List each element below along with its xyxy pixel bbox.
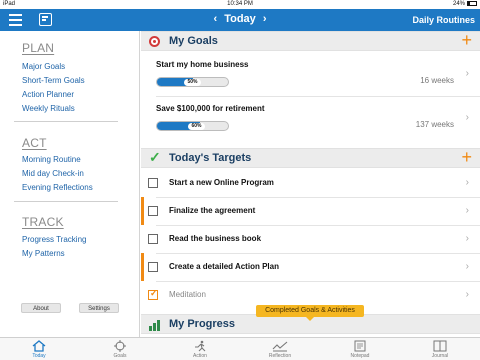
sidebar-item-action-planner[interactable]: Action Planner <box>22 90 74 99</box>
goal-progress-label: 50% <box>184 79 201 86</box>
goal-title: Start my home business <box>156 60 249 69</box>
nav-bar: ‹ Today › Daily Routines <box>0 9 480 31</box>
todays-targets-title: Today's Targets <box>169 152 252 164</box>
status-bar: iPad 10:34 PM 24% <box>0 0 480 9</box>
target-title: Meditation <box>169 290 206 299</box>
target-row[interactable]: Finalize the agreement › <box>141 197 480 225</box>
tab-notepad[interactable]: Notepad <box>330 338 390 360</box>
tab-label: Notepad <box>350 353 370 359</box>
battery-icon <box>467 0 477 6</box>
target-checkbox[interactable] <box>148 206 158 216</box>
main-content: My Goals + Start my home business 50% 16… <box>141 31 480 337</box>
sidebar-item-midday-checkin[interactable]: Mid day Check-in <box>22 169 84 178</box>
my-progress-title: My Progress <box>169 318 236 330</box>
settings-button[interactable]: Settings <box>79 303 119 313</box>
target-title: Create a detailed Action Plan <box>169 262 279 271</box>
tab-today[interactable]: Today <box>9 338 69 360</box>
sidebar-section-plan: PLAN <box>22 41 55 55</box>
target-row[interactable]: Create a detailed Action Plan › <box>141 253 480 281</box>
sidebar-item-my-patterns[interactable]: My Patterns <box>22 249 65 258</box>
tab-goals[interactable]: Goals <box>90 338 150 360</box>
my-goals-title: My Goals <box>169 35 218 47</box>
target-checkbox[interactable] <box>148 234 158 244</box>
sidebar-section-act: ACT <box>22 136 47 150</box>
tab-label: Reflection <box>268 353 292 359</box>
tab-label: Action <box>193 353 207 359</box>
chevron-right-icon: › <box>465 177 469 188</box>
goal-title: Save $100,000 for retirement <box>156 104 265 113</box>
goal-row[interactable]: Start my home business 50% 16 weeks › <box>141 55 480 95</box>
clock: 10:34 PM <box>227 1 253 7</box>
page-title: Today <box>224 13 256 25</box>
sidebar-item-progress-tracking[interactable]: Progress Tracking <box>22 235 86 244</box>
battery-percent: 24% <box>452 1 465 7</box>
goal-progress-label: 60% <box>188 123 205 130</box>
tab-journal[interactable]: Journal <box>410 338 470 360</box>
chevron-right-icon: › <box>465 233 469 244</box>
target-title: Finalize the agreement <box>169 206 256 215</box>
tab-label: Goals <box>113 353 127 359</box>
date-navigator: ‹ Today › <box>0 13 480 25</box>
checkmark-icon: ✓ <box>149 149 161 165</box>
completed-goals-tooltip[interactable]: Completed Goals & Activities <box>256 305 364 321</box>
add-target-button[interactable]: + <box>461 147 472 168</box>
priority-flag <box>141 197 144 225</box>
sidebar-item-short-term-goals[interactable]: Short-Term Goals <box>22 76 85 85</box>
target-checkbox[interactable] <box>148 178 158 188</box>
row-divider <box>156 96 480 97</box>
target-row[interactable]: Read the business book › <box>141 225 480 253</box>
sidebar-item-morning-routine[interactable]: Morning Routine <box>22 155 81 164</box>
add-goal-button[interactable]: + <box>461 31 472 51</box>
goal-row[interactable]: Save $100,000 for retirement 60% 137 wee… <box>141 99 480 139</box>
chevron-right-icon: › <box>465 68 469 79</box>
notepad-icon <box>354 340 366 352</box>
target-checkbox[interactable] <box>148 262 158 272</box>
target-row[interactable]: Start a new Online Program › <box>141 169 480 197</box>
goal-progress-bar: 60% <box>156 121 229 131</box>
daily-routines-button[interactable]: Daily Routines <box>412 15 475 25</box>
goal-progress-bar: 50% <box>156 77 229 87</box>
chevron-right-icon: › <box>465 261 469 272</box>
chevron-right-icon: › <box>465 205 469 216</box>
sidebar-item-evening-reflections[interactable]: Evening Reflections <box>22 183 93 192</box>
goal-weeks: 16 weeks <box>420 76 454 85</box>
journal-icon <box>433 340 447 352</box>
target-title: Start a new Online Program <box>169 178 274 187</box>
prev-day-button[interactable]: ‹ <box>209 13 221 25</box>
sidebar-item-major-goals[interactable]: Major Goals <box>22 62 65 71</box>
chevron-right-icon: › <box>465 289 469 300</box>
tab-label: Journal <box>431 353 449 359</box>
tab-label: Today <box>32 353 46 359</box>
todays-targets-header: ✓ Today's Targets + <box>141 147 480 168</box>
home-icon <box>32 340 46 352</box>
reflection-icon <box>272 341 288 352</box>
bar-chart-icon <box>149 319 161 331</box>
runner-icon <box>195 340 206 352</box>
crosshair-icon <box>114 340 126 352</box>
sidebar-item-weekly-rituals[interactable]: Weekly Rituals <box>22 104 75 113</box>
next-day-button[interactable]: › <box>259 13 271 25</box>
goal-weeks: 137 weeks <box>415 120 454 129</box>
tab-bar: Today Goals Action Reflection Notepad Jo… <box>0 337 480 360</box>
sidebar-divider <box>14 201 118 202</box>
sidebar-divider <box>14 121 118 122</box>
tab-action[interactable]: Action <box>170 338 230 360</box>
tab-reflection[interactable]: Reflection <box>250 338 310 360</box>
battery-indicator: 24% <box>453 0 477 9</box>
my-goals-header: My Goals + <box>141 31 480 51</box>
priority-flag <box>141 253 144 281</box>
about-button[interactable]: About <box>21 303 61 313</box>
target-checkbox[interactable] <box>148 288 158 300</box>
sidebar-section-track: TRACK <box>22 215 64 229</box>
target-title: Read the business book <box>169 234 262 243</box>
target-icon <box>149 36 160 47</box>
sidebar: PLAN Major Goals Short-Term Goals Action… <box>0 31 140 337</box>
chevron-right-icon: › <box>465 112 469 123</box>
